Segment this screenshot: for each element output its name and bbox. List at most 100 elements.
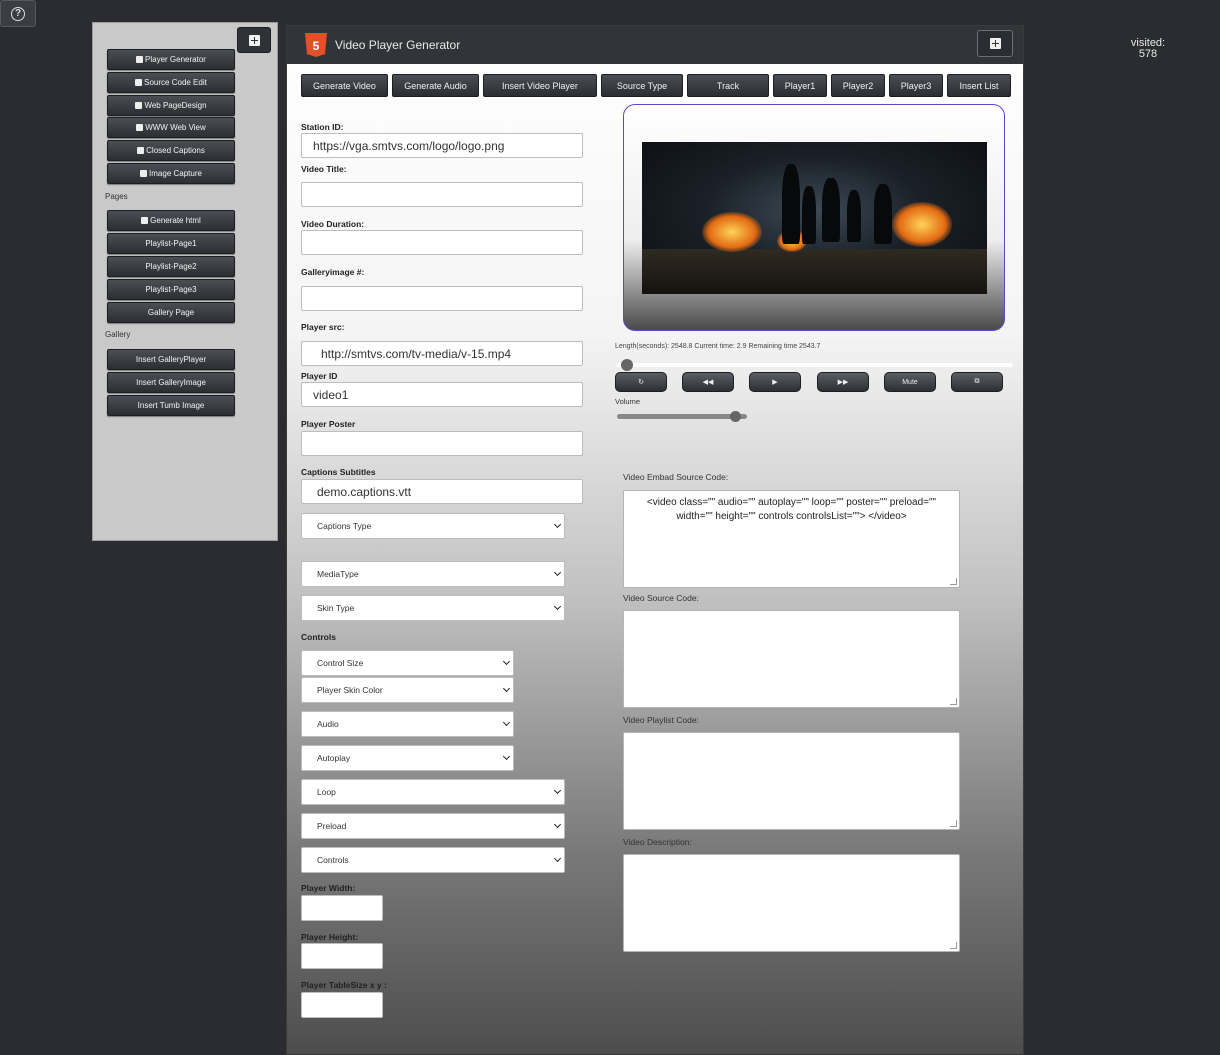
seek-handle[interactable] — [620, 359, 633, 371]
play-button[interactable]: ▶ — [749, 372, 801, 392]
select-value: Player Skin Color — [317, 685, 383, 695]
scene-figure — [822, 178, 840, 242]
tab-source-type[interactable]: Source Type — [601, 74, 683, 97]
playlist-code-textarea[interactable] — [623, 732, 960, 830]
sidebar-item-generate-html[interactable]: Generate html — [107, 210, 235, 231]
tab-track[interactable]: Track — [687, 74, 769, 97]
sidebar-item-label: Image Capture — [149, 169, 202, 178]
scene-figure — [802, 186, 816, 244]
sidebar-item-www-web-view[interactable]: WWW Web View — [107, 117, 235, 138]
controls-select[interactable]: Controls — [301, 847, 565, 873]
select-value: Captions Type — [317, 521, 372, 531]
scene-figure — [874, 184, 892, 244]
sidebar-item-label: Insert GalleryPlayer — [135, 355, 207, 364]
rewind-button[interactable]: ◀◀ — [682, 372, 734, 392]
chevron-down-icon — [502, 718, 511, 727]
page-title: Video Player Generator — [335, 38, 461, 52]
video-player[interactable] — [623, 104, 1005, 331]
embed-code-label: Video Embad Source Code: — [623, 472, 729, 482]
controls-heading: Controls — [301, 632, 336, 642]
sidebar-item-playlist-page2[interactable]: Playlist-Page2 — [107, 256, 235, 277]
sidebar-item-label: Playlist-Page2 — [145, 262, 197, 271]
audio-select[interactable]: Audio — [301, 711, 514, 737]
sidebar-item-gallery-page[interactable]: Gallery Page — [107, 302, 235, 323]
sidebar-item-insert-gallery-image[interactable]: Insert GalleryImage — [107, 372, 235, 393]
sidebar-item-label: Closed Captions — [146, 146, 205, 155]
tab-player3[interactable]: Player3 — [889, 74, 943, 97]
sidebar-item-playlist-page1[interactable]: Playlist-Page1 — [107, 233, 235, 254]
sidebar-item-web-page-design[interactable]: Web PageDesign — [107, 95, 235, 116]
sidebar-item-closed-captions[interactable]: Closed Captions — [107, 140, 235, 161]
panel-add-button[interactable] — [977, 30, 1013, 57]
tab-player2[interactable]: Player2 — [831, 74, 885, 97]
volume-slider[interactable] — [617, 411, 747, 422]
player-table-size-input[interactable] — [301, 992, 383, 1018]
chevron-down-icon — [553, 786, 562, 795]
tab-insert-video-player[interactable]: Insert Video Player — [483, 74, 597, 97]
sidebar-item-insert-gallery-player[interactable]: Insert GalleryPlayer — [107, 349, 235, 370]
embed-code-textarea[interactable]: <video class="" audio="" autoplay="" loo… — [623, 490, 960, 588]
sidebar-item-source-code-edit[interactable]: Source Code Edit — [107, 72, 235, 93]
video-duration-input[interactable] — [301, 230, 583, 255]
station-id-input[interactable]: https://vga.smtvs.com/logo/logo.png — [301, 133, 583, 158]
mute-button[interactable]: Mute — [884, 372, 936, 392]
scene-figure — [782, 164, 800, 244]
captions-input[interactable]: demo.captions.vtt — [301, 479, 583, 504]
tab-player1[interactable]: Player1 — [773, 74, 827, 97]
loop-select[interactable]: Loop — [301, 779, 565, 805]
sidebar-item-label: Insert Tumb Image — [137, 401, 205, 410]
video-title-label: Video Title: — [301, 164, 347, 174]
fast-forward-icon: ▶▶ — [837, 379, 849, 386]
video-title-input[interactable] — [301, 182, 583, 207]
player-height-input[interactable] — [301, 943, 383, 969]
player-src-input[interactable]: http://smtvs.com/tv-media/v-15.mp4 — [301, 341, 583, 366]
square-icon — [136, 124, 144, 131]
tab-generate-audio[interactable]: Generate Audio — [392, 74, 479, 97]
sidebar-item-label: Generate html — [150, 216, 201, 225]
autoplay-select[interactable]: Autoplay — [301, 745, 514, 771]
source-code-textarea[interactable] — [623, 610, 960, 708]
sidebar-item-label: Player Generator — [145, 55, 206, 64]
skin-type-select[interactable]: Skin Type — [301, 595, 565, 621]
sidebar-item-image-capture[interactable]: Image Capture — [107, 163, 235, 184]
replay-button[interactable]: ↻ — [615, 372, 667, 392]
replay-icon: ↻ — [638, 379, 644, 386]
player-table-size-label: Player TableSize x y : — [301, 980, 387, 990]
player-width-input[interactable] — [301, 895, 383, 921]
source-code-label: Video Source Code: — [623, 593, 699, 603]
player-src-label: Player src: — [301, 322, 345, 332]
player-poster-input[interactable] — [301, 431, 583, 456]
sidebar-item-player-generator[interactable]: Player Generator — [107, 49, 235, 70]
player-id-input[interactable]: video1 — [301, 382, 583, 407]
preload-select[interactable]: Preload — [301, 813, 565, 839]
scene-fire — [892, 202, 952, 247]
scene-ground — [642, 249, 987, 294]
fast-forward-button[interactable]: ▶▶ — [817, 372, 869, 392]
sidebar-item-label: Insert GalleryImage — [136, 378, 206, 387]
sidebar-item-label: Source Code Edit — [144, 78, 207, 87]
player-skin-color-select[interactable]: Player Skin Color — [301, 677, 514, 703]
sidebar-item-insert-tumb-image[interactable]: Insert Tumb Image — [107, 395, 235, 416]
volume-handle[interactable] — [730, 411, 742, 422]
square-icon — [140, 170, 148, 177]
help-button[interactable]: ? — [0, 0, 36, 27]
gallery-image-input[interactable] — [301, 286, 583, 311]
sidebar-add-button[interactable] — [237, 27, 271, 53]
media-type-select[interactable]: MediaType — [301, 561, 565, 587]
description-textarea[interactable] — [623, 854, 960, 952]
player-poster-label: Player Poster — [301, 419, 356, 429]
sidebar-item-label: Playlist-Page1 — [145, 239, 197, 248]
player-id-label: Player ID — [301, 371, 338, 381]
fullscreen-button[interactable]: ⧉ — [951, 372, 1003, 392]
scene-figure — [847, 190, 861, 242]
sidebar-item-playlist-page3[interactable]: Playlist-Page3 — [107, 279, 235, 300]
help-circle-icon: ? — [11, 6, 25, 21]
seek-bar[interactable] — [617, 359, 1013, 371]
control-size-select[interactable]: Control Size — [301, 650, 514, 676]
chevron-down-icon — [553, 568, 562, 577]
square-icon — [136, 56, 144, 63]
tab-insert-list[interactable]: Insert List — [947, 74, 1011, 97]
select-value: Preload — [317, 821, 347, 831]
tab-generate-video[interactable]: Generate Video — [301, 74, 388, 97]
captions-type-select[interactable]: Captions Type — [301, 513, 565, 539]
